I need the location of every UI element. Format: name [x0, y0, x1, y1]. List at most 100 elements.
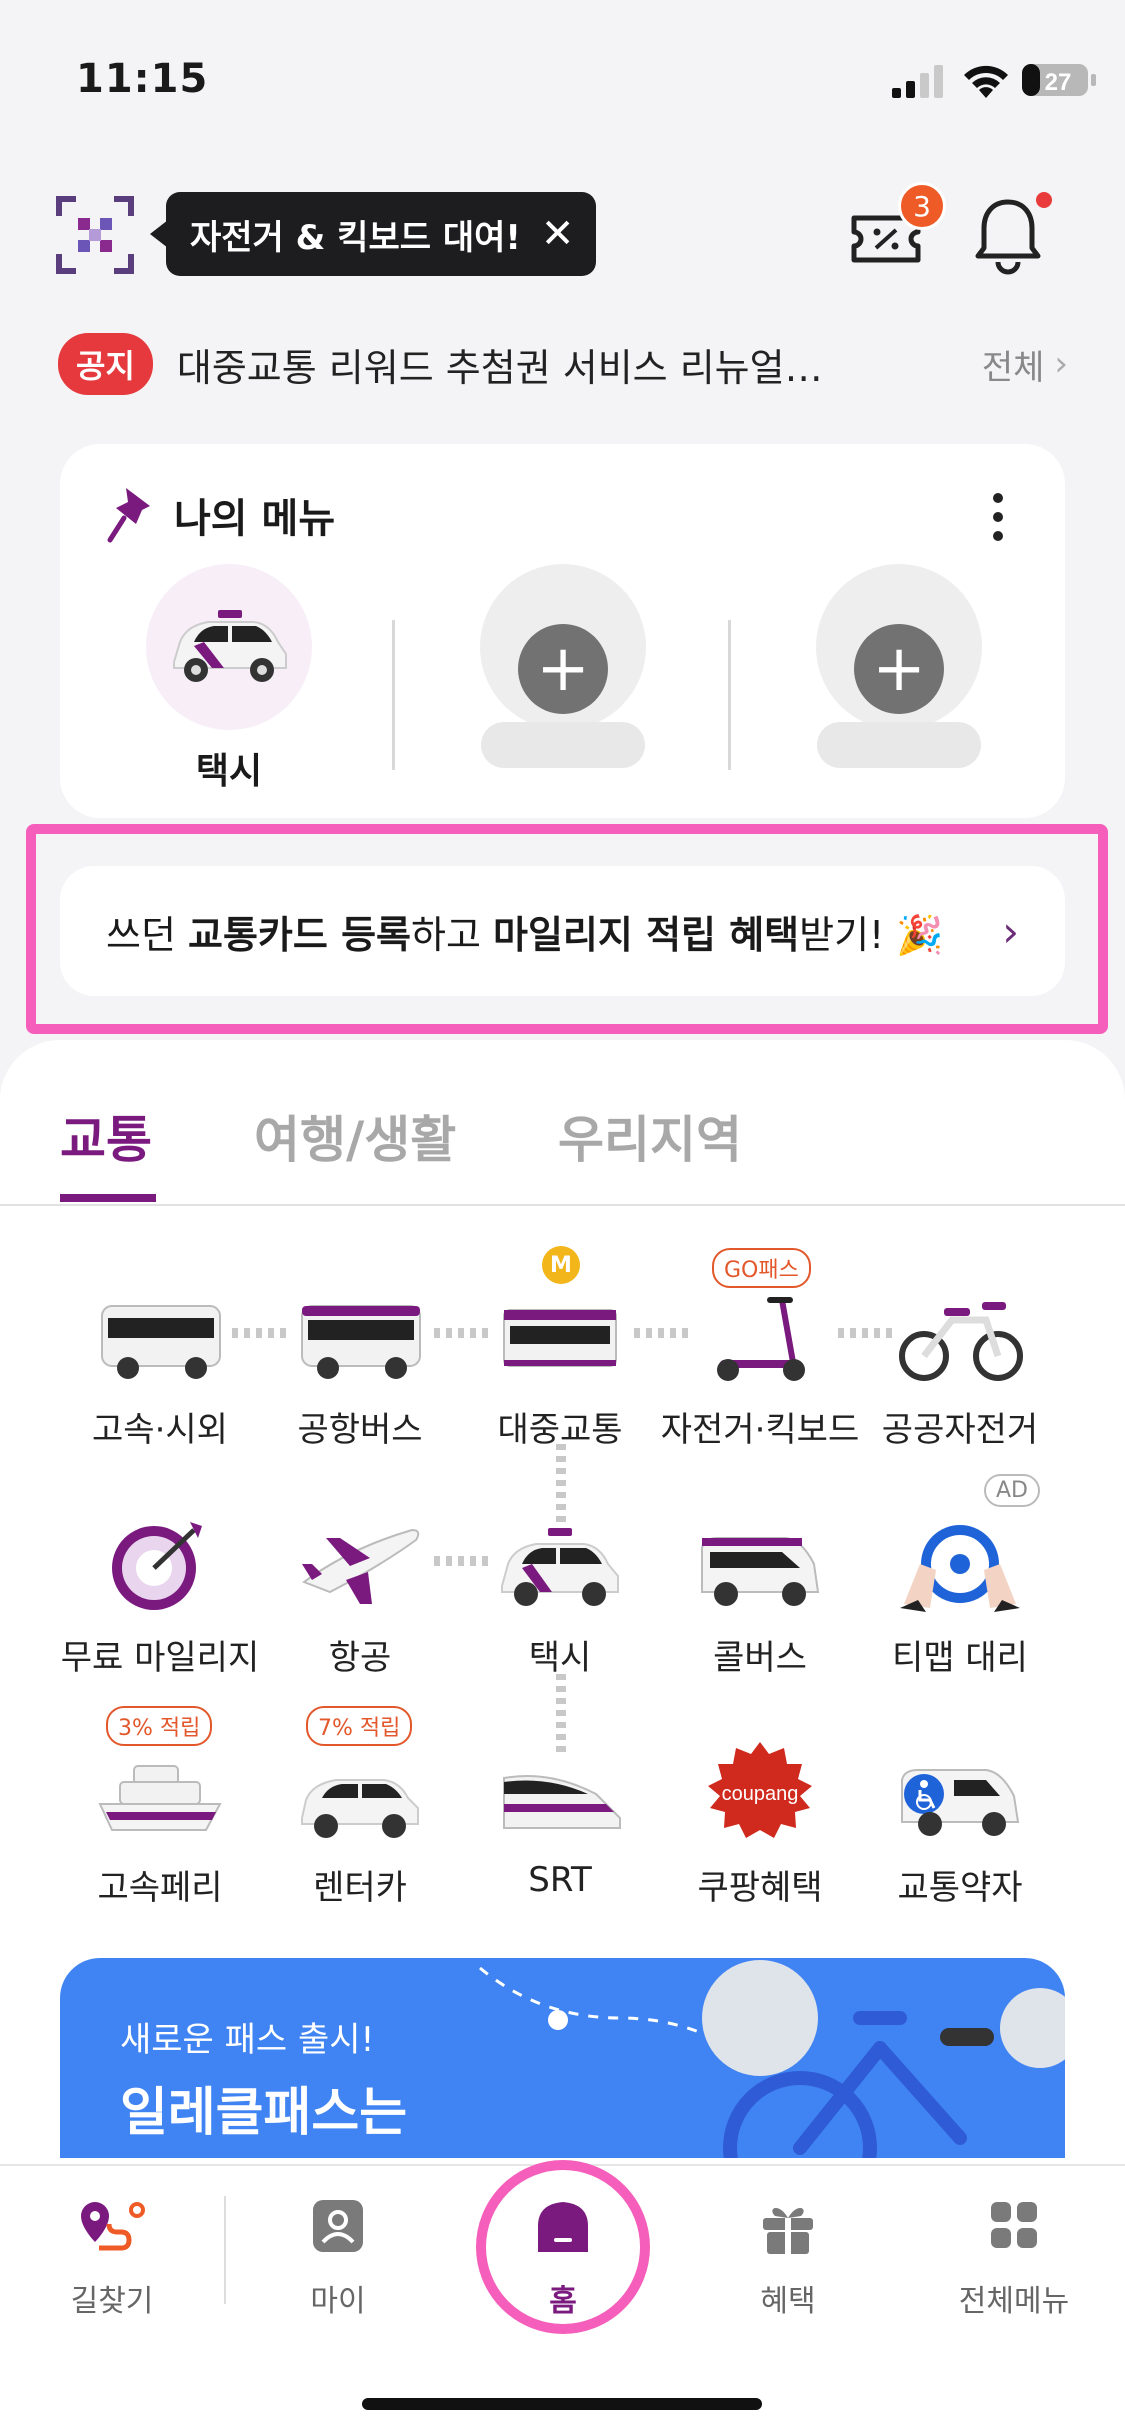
- service-label: 콜버스: [713, 1638, 807, 1678]
- service-label: 항공: [328, 1638, 392, 1678]
- tab-travel-life[interactable]: 여행/생활: [254, 1100, 456, 1172]
- service-coupang[interactable]: coupang 쿠팡혜택: [660, 1738, 860, 1909]
- airport-bus-icon: [301, 1305, 421, 1379]
- status-bar: 11:15 27: [0, 0, 1125, 140]
- nav-label: 혜택: [760, 2284, 816, 2319]
- cellular-signal-icon: [892, 65, 943, 98]
- divider: [392, 620, 395, 770]
- service-label: 공공자전거: [881, 1410, 1039, 1450]
- nav-route-search[interactable]: 길찾기: [32, 2196, 192, 2320]
- coupon-count-badge: 3: [898, 182, 946, 230]
- chevron-right-icon: ›: [1054, 344, 1068, 384]
- service-label: 렌터카: [313, 1868, 407, 1908]
- party-popper-icon: 🎉: [896, 912, 944, 957]
- ad-tag: AD: [984, 1474, 1040, 1507]
- service-label: SRT: [528, 1860, 592, 1900]
- my-menu-slot-empty[interactable]: +: [478, 564, 648, 768]
- notice-badge: 공지: [58, 333, 153, 395]
- service-flight[interactable]: 항공: [260, 1508, 460, 1679]
- empty-slot-circle: +: [480, 564, 646, 730]
- metro-badge: M: [542, 1246, 580, 1284]
- grid-menu-icon: [991, 2202, 1037, 2248]
- service-taxi[interactable]: 택시: [460, 1508, 660, 1679]
- notice-text[interactable]: 대중교통 리워드 추첨권 서비스 리뉴얼…: [177, 337, 962, 392]
- steering-wheel-icon: [900, 1525, 1020, 1612]
- taxi-icon: [501, 1528, 619, 1606]
- empty-label-placeholder: [481, 722, 645, 768]
- service-label: 고속·시외: [92, 1410, 228, 1450]
- service-label: 티맵 대리: [892, 1638, 1028, 1678]
- srt-train-icon: [503, 1775, 621, 1829]
- tooltip-text: 자전거 & 킥보드 대여!: [190, 217, 521, 258]
- nav-all-menu[interactable]: 전체메뉴: [934, 2196, 1094, 2320]
- pass-promo-banner[interactable]: 새로운 패스 출시! 일레클패스는 200원대로 무제한 탑승!: [60, 1958, 1065, 2158]
- service-express-bus[interactable]: 고속·시외: [60, 1280, 260, 1451]
- tab-transport[interactable]: 교통: [60, 1100, 152, 1172]
- service-label: 대중교통: [497, 1410, 623, 1450]
- reward-tag: 3% 적립: [106, 1706, 213, 1746]
- home-indicator[interactable]: [362, 2398, 762, 2410]
- my-menu-slot-taxi[interactable]: 택시: [144, 564, 314, 794]
- service-public-bike[interactable]: 공공자전거: [860, 1280, 1060, 1451]
- promo-text: 쓰던 교통카드 등록하고 마일리지 적립 혜택받기! 🎉: [106, 912, 944, 957]
- service-airport-bus[interactable]: 공항버스: [260, 1280, 460, 1451]
- slot-label: 택시: [195, 751, 263, 792]
- profile-icon: [313, 2200, 363, 2252]
- top-header: 자전거 & 킥보드 대여! ✕ 3: [0, 170, 1125, 300]
- plus-icon[interactable]: +: [854, 624, 944, 714]
- notice-bar[interactable]: 공지 대중교통 리워드 추첨권 서비스 리뉴얼… 전체 ›: [58, 328, 1068, 400]
- chevron-right-icon: ›: [1002, 906, 1019, 956]
- route-icon: [81, 2202, 145, 2251]
- nav-my[interactable]: 마이: [258, 2196, 418, 2320]
- coupang-seal-icon: coupang: [708, 1742, 812, 1838]
- service-label: 쿠팡혜택: [697, 1868, 823, 1908]
- service-bike-kickboard[interactable]: 자전거·킥보드: [660, 1280, 860, 1451]
- bell-icon[interactable]: [970, 194, 1046, 276]
- go-pass-tag: GO패스: [712, 1248, 811, 1288]
- empty-slot-circle: +: [816, 564, 982, 730]
- plus-icon[interactable]: +: [518, 624, 608, 714]
- banner-title-line2: 200원대로 무제한 탑승!: [120, 2144, 671, 2158]
- my-menu-slot-empty[interactable]: +: [814, 564, 984, 768]
- my-menu-title: 나의 메뉴: [174, 496, 336, 542]
- service-srt[interactable]: SRT: [460, 1738, 660, 1900]
- kickboard-icon: [717, 1297, 805, 1381]
- nav-benefits[interactable]: 혜택: [708, 2196, 868, 2320]
- notification-dot: [1036, 192, 1052, 208]
- reward-tag: 7% 적립: [306, 1706, 413, 1746]
- notice-all-link[interactable]: 전체: [982, 340, 1045, 389]
- more-vertical-icon[interactable]: [990, 492, 1006, 542]
- service-callbus[interactable]: 콜버스: [660, 1508, 860, 1679]
- tab-local[interactable]: 우리지역: [558, 1100, 742, 1172]
- banner-title: 일레클패스는: [120, 2083, 408, 2143]
- service-free-mileage[interactable]: 무료 마일리지: [60, 1508, 260, 1679]
- service-label: 자전거·킥보드: [660, 1410, 860, 1450]
- service-label: 택시: [528, 1638, 592, 1678]
- nav-label: 전체메뉴: [958, 2284, 1070, 2319]
- service-public-transit[interactable]: 대중교통: [460, 1280, 660, 1451]
- battery-icon: 27: [1022, 64, 1096, 96]
- service-tmap-driver[interactable]: 티맵 대리: [860, 1508, 1060, 1679]
- gift-icon: [763, 2207, 813, 2254]
- nav-divider: [224, 2196, 226, 2304]
- bicycle-icon: [899, 1302, 1023, 1381]
- my-menu-card: 나의 메뉴 택시 + +: [60, 444, 1065, 818]
- service-express-ferry[interactable]: 고속페리: [60, 1738, 260, 1909]
- empty-label-placeholder: [817, 722, 981, 768]
- category-tabs: 교통 여행/생활 우리지역: [0, 1100, 1125, 1206]
- service-label: 공항버스: [297, 1410, 423, 1450]
- close-icon[interactable]: ✕: [541, 211, 575, 257]
- service-rental-car[interactable]: 렌터카: [260, 1738, 460, 1909]
- pin-icon: [107, 488, 150, 543]
- accessible-vehicle-icon: [901, 1769, 1020, 1836]
- active-tab-indicator: [60, 1194, 156, 1202]
- airplane-icon: [301, 1528, 420, 1604]
- van-icon: [701, 1537, 820, 1606]
- rental-tooltip[interactable]: 자전거 & 킥보드 대여! ✕: [149, 192, 597, 276]
- target-dart-icon: [112, 1522, 202, 1610]
- service-mobility-impaired[interactable]: 교통약자: [860, 1738, 1060, 1909]
- qr-scan-icon[interactable]: [56, 196, 134, 274]
- card-register-promo[interactable]: 쓰던 교통카드 등록하고 마일리지 적립 혜택받기! 🎉 ›: [60, 866, 1065, 996]
- ferry-icon: [98, 1765, 222, 1831]
- clock: 11:15: [76, 56, 209, 102]
